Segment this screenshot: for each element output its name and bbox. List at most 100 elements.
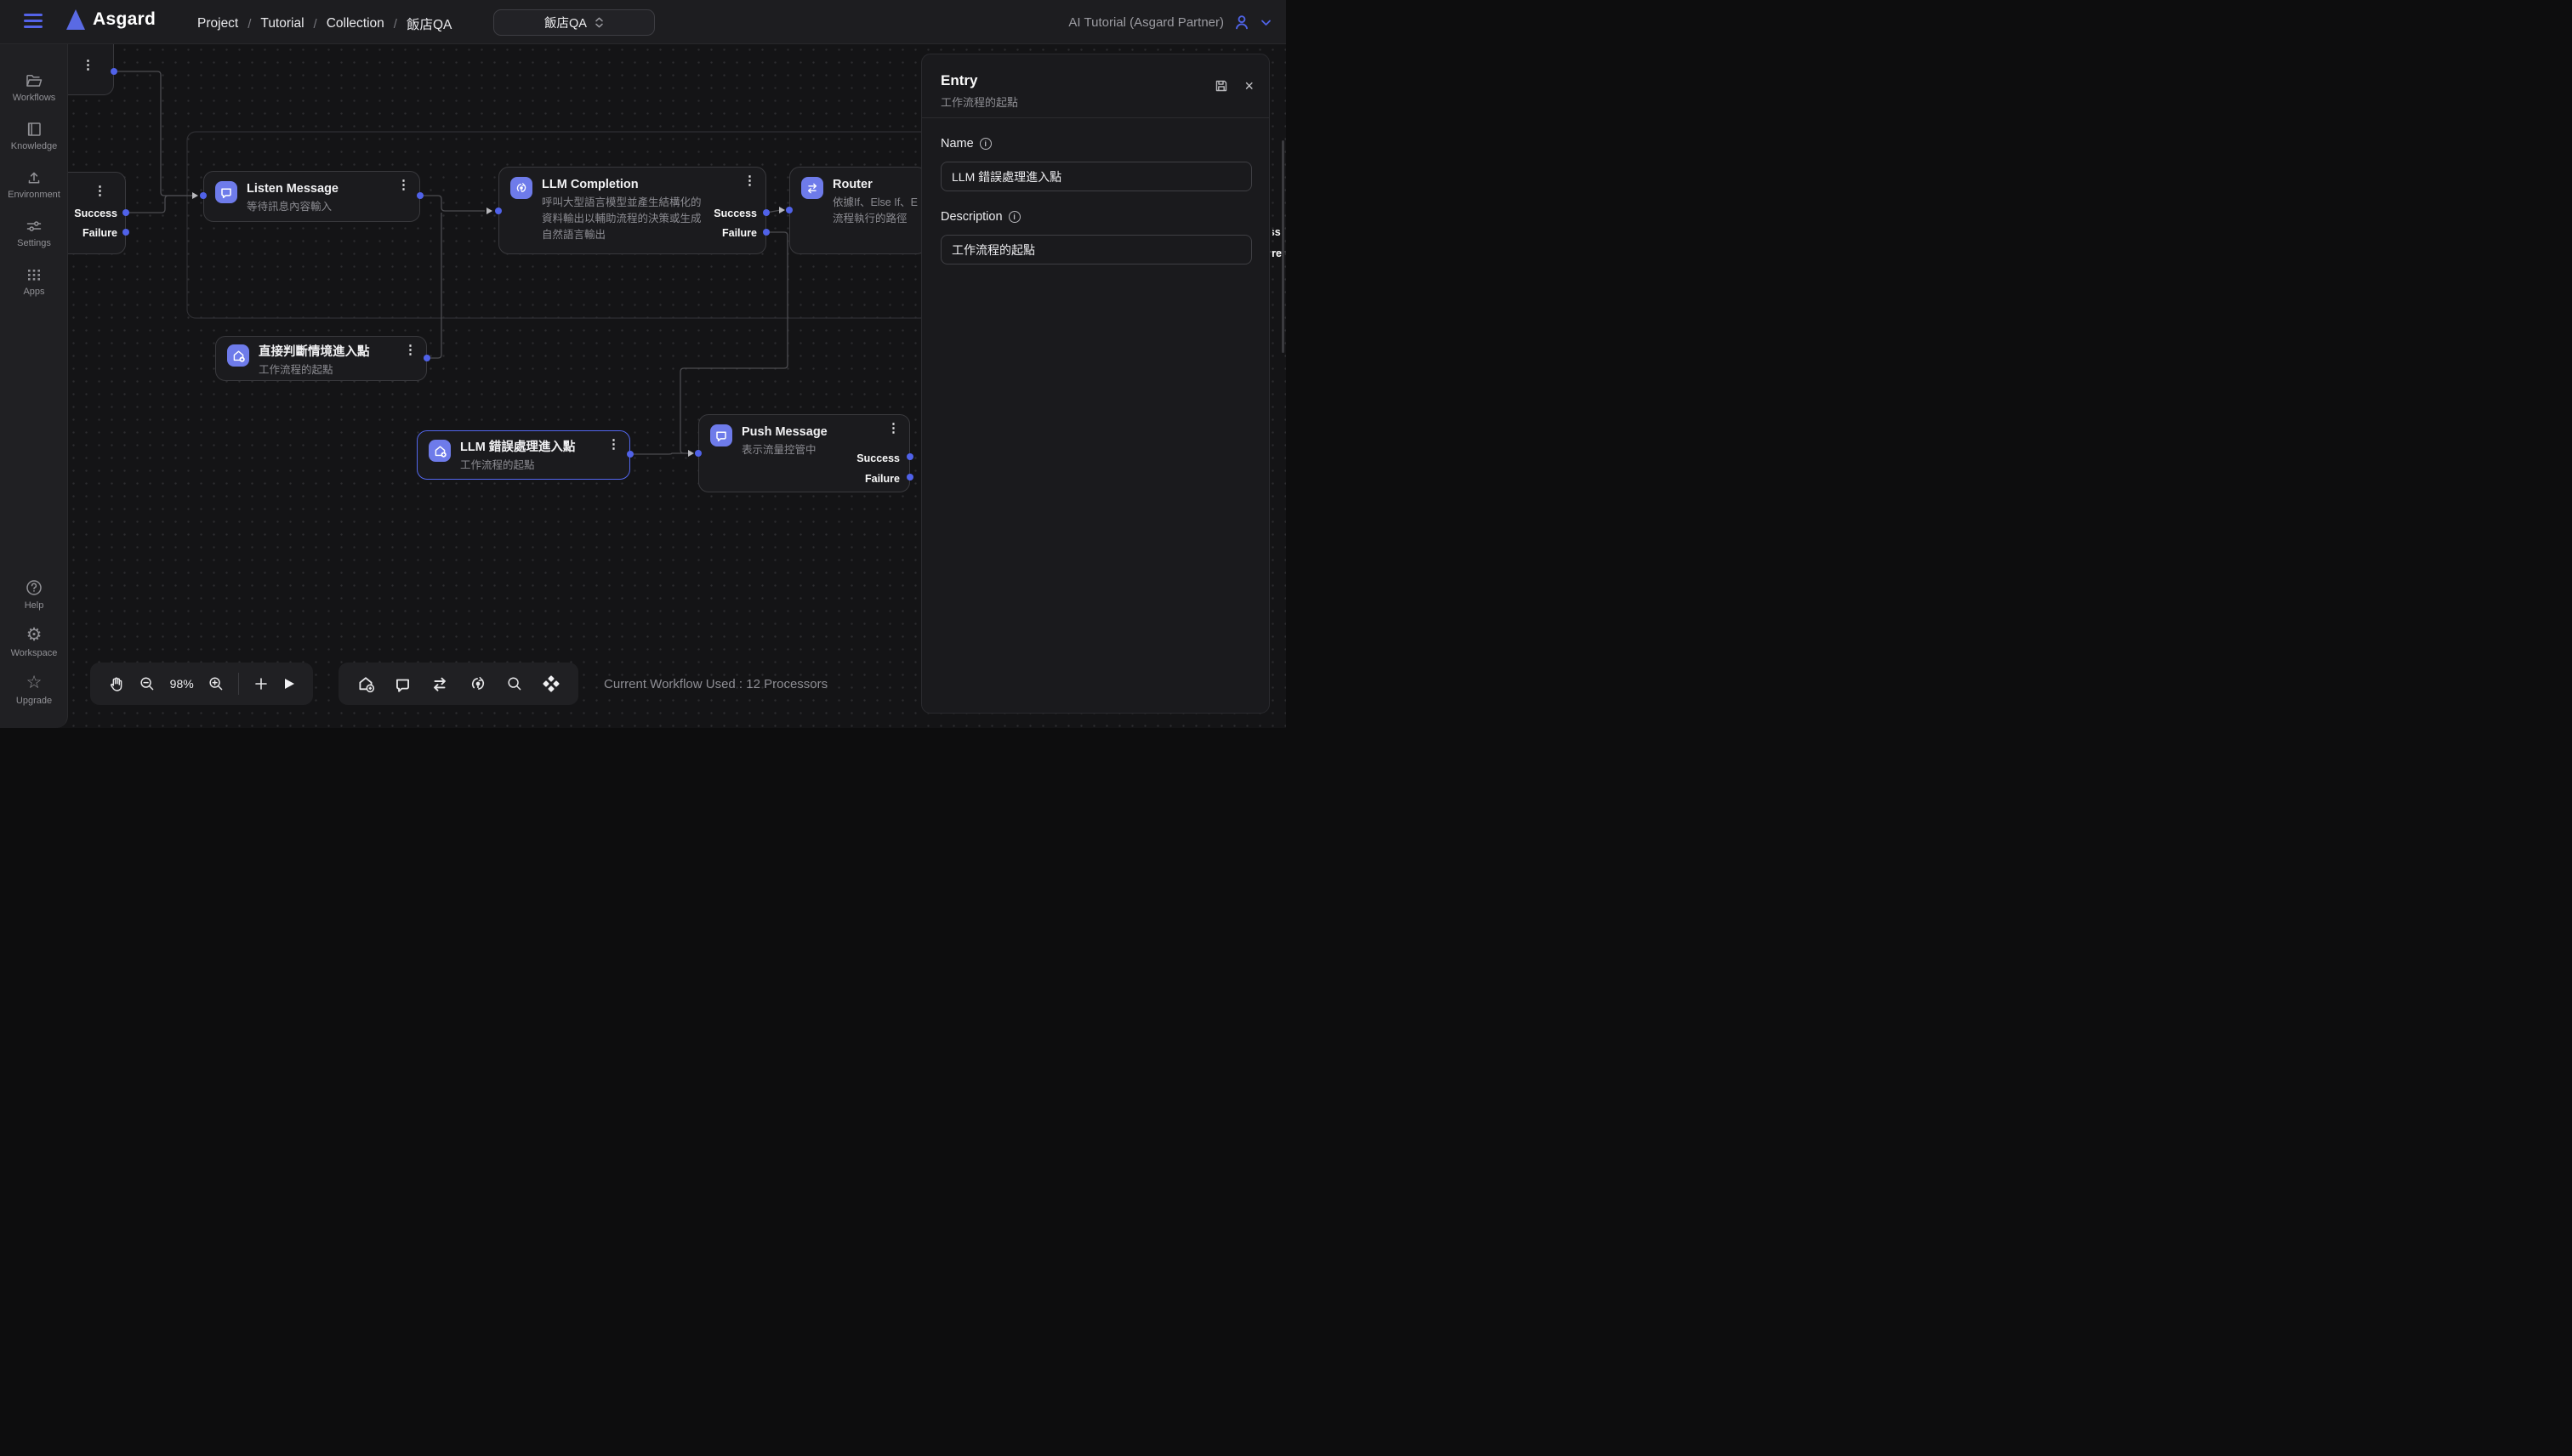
arrowhead-icon bbox=[779, 207, 785, 213]
account-menu[interactable]: AI Tutorial (Asgard Partner) bbox=[1068, 0, 1272, 44]
add-router-node-button[interactable] bbox=[430, 674, 449, 693]
hamburger-menu-icon[interactable] bbox=[24, 14, 43, 28]
output-label-failure: Failure bbox=[722, 227, 757, 239]
port-failure-llm[interactable] bbox=[763, 229, 770, 236]
add-llm-node-button[interactable] bbox=[469, 674, 487, 693]
close-icon[interactable]: × bbox=[1244, 78, 1254, 94]
node-entry-direct[interactable]: 直接判斷情境進入點 工作流程的起點 ⋮ bbox=[215, 336, 427, 381]
arrowhead-icon bbox=[688, 450, 694, 457]
app-logo[interactable]: Asgard bbox=[66, 9, 156, 30]
port-out-entry-llm-error[interactable] bbox=[627, 451, 634, 458]
sidebar-item-settings[interactable]: Settings bbox=[0, 218, 68, 248]
breadcrumb-project[interactable]: Project bbox=[197, 16, 238, 31]
port-in-llm[interactable] bbox=[495, 208, 502, 214]
save-button[interactable] bbox=[1214, 78, 1229, 94]
add-message-node-button[interactable] bbox=[394, 675, 412, 693]
node-router[interactable]: Router 依據If、Else If、E 流程執行的路徑 bbox=[789, 167, 927, 254]
arrowhead-icon bbox=[487, 208, 492, 214]
llm-icon bbox=[510, 177, 532, 199]
node-desc: 呼叫大型語言模型並產生結構化的資料輸出以輔助流程的決策或生成自然語言輸出 bbox=[542, 195, 708, 242]
kebab-icon[interactable]: ⋮ bbox=[607, 438, 620, 451]
account-label: AI Tutorial (Asgard Partner) bbox=[1068, 15, 1224, 30]
panel-header: Entry 工作流程的起點 × bbox=[922, 54, 1269, 118]
node-title: Listen Message bbox=[247, 181, 339, 196]
zoom-in-button[interactable] bbox=[208, 675, 225, 692]
port-success-push[interactable] bbox=[907, 453, 913, 460]
breadcrumb-current[interactable]: 飯店QA bbox=[407, 14, 452, 33]
port-in-router[interactable] bbox=[786, 207, 793, 213]
port-out-entry-direct[interactable] bbox=[424, 355, 430, 361]
kebab-icon[interactable]: ⋮ bbox=[397, 179, 410, 191]
node-title: LLM Completion bbox=[542, 177, 708, 192]
sliders-icon bbox=[25, 218, 43, 235]
output-label-success: Success bbox=[74, 208, 117, 219]
port-out-listen[interactable] bbox=[417, 192, 424, 199]
entry-point-icon bbox=[429, 440, 451, 462]
sidebar-item-workflows[interactable]: Workflows bbox=[0, 72, 68, 103]
kebab-icon[interactable]: ⋮ bbox=[887, 422, 900, 435]
port-in-push[interactable] bbox=[695, 450, 702, 457]
canvas-zoom-toolbar: 98% bbox=[90, 663, 313, 705]
run-workflow-button[interactable] bbox=[282, 676, 296, 691]
node-title: Router bbox=[833, 177, 918, 192]
output-label-success: Success bbox=[714, 208, 757, 219]
zoom-out-button[interactable] bbox=[139, 675, 156, 692]
port-out-topleft[interactable] bbox=[111, 68, 117, 75]
updown-chevrons-icon bbox=[595, 16, 604, 29]
node-desc-line1: 依據If、Else If、E bbox=[833, 195, 918, 211]
output-label-success: Success bbox=[856, 452, 900, 464]
sidebar-item-knowledge[interactable]: Knowledge bbox=[0, 121, 68, 151]
star-icon: ☆ bbox=[26, 673, 43, 692]
workflow-selector-dropdown[interactable]: 飯店QA bbox=[493, 9, 655, 36]
edge-leftnode-success-to-listen bbox=[126, 196, 195, 213]
add-entry-node-button[interactable] bbox=[356, 674, 375, 693]
user-icon bbox=[1233, 14, 1250, 31]
node-desc-line2: 流程執行的路徑 bbox=[833, 211, 918, 227]
sidebar-item-workspace[interactable]: ⚙ Workspace bbox=[0, 626, 68, 658]
port-in-listen[interactable] bbox=[200, 192, 207, 199]
add-node-button[interactable] bbox=[253, 676, 269, 691]
node-entry-llm-error[interactable]: LLM 錯誤處理進入點 工作流程的起點 ⋮ bbox=[417, 430, 630, 480]
logo-text: Asgard bbox=[93, 9, 156, 30]
pan-hand-button[interactable] bbox=[107, 675, 125, 693]
logo-triangle-icon bbox=[66, 9, 85, 30]
port-failure-push[interactable] bbox=[907, 474, 913, 481]
description-field-label: Description i bbox=[941, 210, 1250, 224]
port-success-llm[interactable] bbox=[763, 209, 770, 216]
sidebar-item-help[interactable]: Help bbox=[0, 578, 68, 611]
breadcrumb-tutorial[interactable]: Tutorial bbox=[260, 16, 304, 31]
kebab-icon[interactable]: ⋮ bbox=[82, 59, 94, 71]
edge-entrydirect-to-llm bbox=[427, 213, 441, 358]
node-detail-panel: Entry 工作流程的起點 × Name i Description i bbox=[921, 54, 1270, 714]
kebab-icon[interactable]: ⋮ bbox=[404, 344, 417, 356]
edge-topleft-to-listen bbox=[114, 71, 195, 196]
name-field-label: Name i bbox=[941, 137, 1250, 151]
edge-listen-to-llm bbox=[420, 196, 485, 211]
node-palette-toolbar bbox=[339, 663, 578, 705]
gear-icon: ⚙ bbox=[26, 625, 43, 645]
kebab-icon[interactable]: ⋮ bbox=[743, 174, 756, 187]
chevron-down-icon bbox=[1260, 16, 1272, 29]
scrollbar[interactable] bbox=[1282, 140, 1284, 353]
name-input[interactable] bbox=[941, 162, 1252, 191]
node-desc: 工作流程的起點 bbox=[259, 362, 370, 378]
auto-layout-button[interactable] bbox=[542, 674, 560, 693]
sidebar-item-environment[interactable]: Environment bbox=[0, 169, 68, 200]
port-failure-leftnode[interactable] bbox=[122, 229, 129, 236]
node-desc: 等待訊息內容輸入 bbox=[247, 199, 339, 215]
breadcrumb: Project / Tutorial / Collection / 飯店QA bbox=[197, 14, 452, 33]
kebab-icon[interactable]: ⋮ bbox=[94, 185, 106, 197]
search-button[interactable] bbox=[506, 675, 523, 692]
port-success-leftnode[interactable] bbox=[122, 209, 129, 216]
info-icon: i bbox=[980, 138, 992, 150]
breadcrumb-collection[interactable]: Collection bbox=[327, 16, 384, 31]
save-icon bbox=[1214, 78, 1229, 94]
apps-grid-icon bbox=[26, 266, 43, 283]
node-push-message[interactable]: Push Message 表示流量控管中 ⋮ Success Failure bbox=[698, 414, 910, 492]
node-listen-message[interactable]: Listen Message 等待訊息內容輸入 ⋮ bbox=[203, 171, 420, 222]
description-input[interactable] bbox=[941, 235, 1252, 264]
sidebar-item-apps[interactable]: Apps bbox=[0, 266, 68, 297]
node-llm-completion[interactable]: LLM Completion 呼叫大型語言模型並產生結構化的資料輸出以輔助流程的… bbox=[498, 167, 766, 254]
arrowhead-icon bbox=[192, 192, 198, 199]
sidebar-item-upgrade[interactable]: ☆ Upgrade bbox=[0, 674, 68, 706]
